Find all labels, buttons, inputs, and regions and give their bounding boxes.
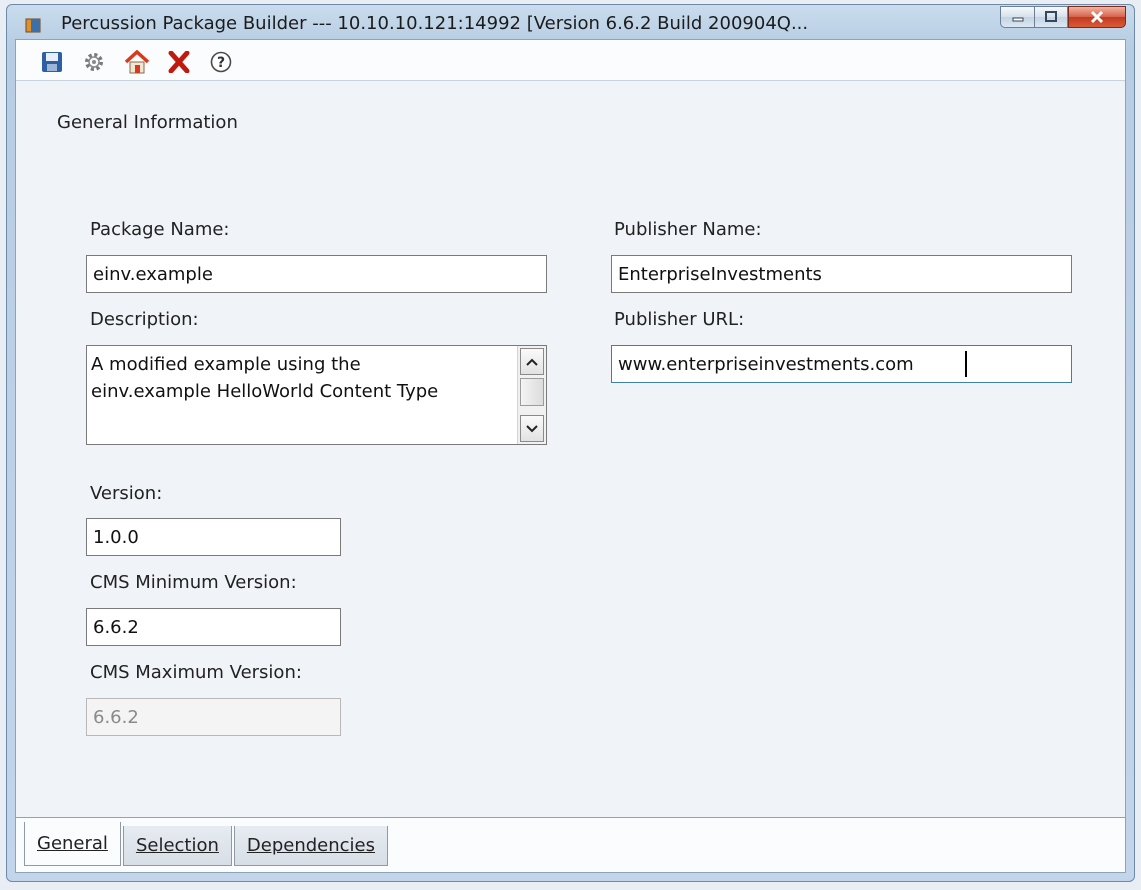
publisher-name-input[interactable] [611,255,1072,293]
close-icon [1090,10,1104,24]
help-icon: ? [210,51,232,73]
package-name-input[interactable] [86,255,547,293]
description-text[interactable]: A modified example using the einv.exampl… [87,346,518,444]
gear-icon [85,53,103,71]
home-icon [124,50,150,74]
client-area: ? General Information Package Name: Desc… [15,39,1126,873]
tab-selection[interactable]: Selection [122,826,232,866]
tab-dependencies[interactable]: Dependencies [233,826,388,866]
app-window: Percussion Package Builder --- 10.10.10.… [6,4,1135,882]
description-textarea[interactable]: A modified example using the einv.exampl… [86,345,547,445]
section-title: General Information [57,112,238,133]
delete-button[interactable] [165,48,193,76]
cms-min-version-input[interactable] [86,608,341,646]
title-bar[interactable]: Percussion Package Builder --- 10.10.10.… [7,5,1134,41]
app-icon[interactable] [25,18,43,34]
close-x-icon [168,51,190,73]
close-window-button[interactable] [1068,6,1126,28]
chevron-down-icon [526,424,538,432]
toolbar: ? [16,40,1125,81]
description-scrollbar[interactable] [517,346,546,444]
publisher-url-input[interactable] [611,345,1072,383]
chevron-up-icon [526,358,538,366]
maximize-button[interactable] [1034,6,1068,28]
tab-bar: General Selection Dependencies [24,822,390,866]
version-label: Version: [90,483,163,504]
description-label: Description: [90,309,199,330]
minimize-button[interactable] [1000,6,1034,28]
svg-text:?: ? [217,55,225,71]
scroll-down-button[interactable] [520,415,544,442]
scroll-up-button[interactable] [520,348,544,375]
settings-button[interactable] [80,48,108,76]
window-title: Percussion Package Builder --- 10.10.10.… [61,13,809,34]
maximize-icon [1045,11,1057,22]
general-panel: General Information Package Name: Descri… [16,81,1125,818]
tab-general[interactable]: General [24,822,121,866]
cms-max-version-input [86,698,341,736]
text-caret [965,351,967,377]
publisher-name-label: Publisher Name: [614,219,762,240]
minimize-icon [1012,17,1023,22]
home-button[interactable] [123,48,151,76]
help-button[interactable]: ? [207,48,235,76]
scroll-thumb[interactable] [520,378,544,406]
version-input[interactable] [86,518,341,556]
publisher-url-label: Publisher URL: [614,309,745,330]
cms-min-version-label: CMS Minimum Version: [90,572,297,593]
cms-max-version-label: CMS Maximum Version: [90,662,302,683]
package-name-label: Package Name: [90,219,230,240]
save-button[interactable] [38,48,66,76]
save-icon [42,52,62,72]
